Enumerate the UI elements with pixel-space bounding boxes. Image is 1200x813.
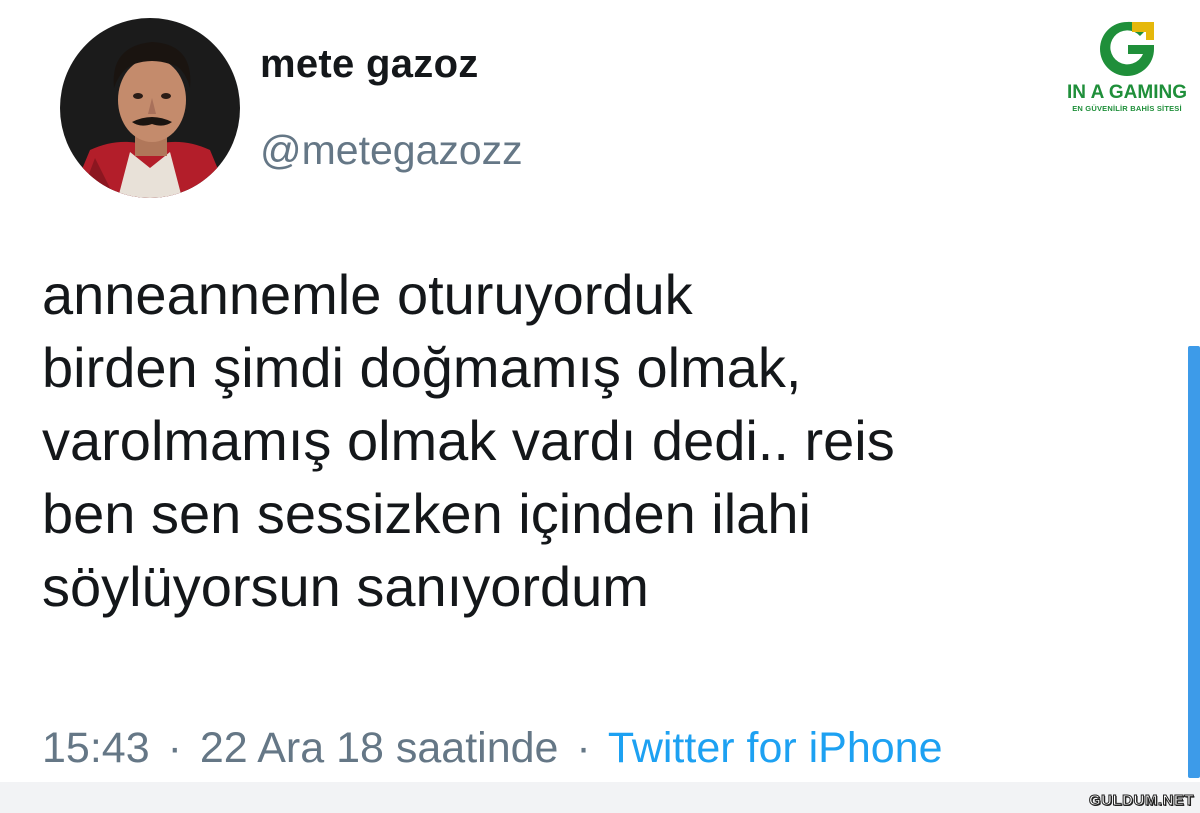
tweet-body: anneannemle oturuyorduk birden şimdi doğ… <box>42 258 1182 623</box>
brand-tagline: EN GÜVENİLİR BAHİS SİTESİ <box>1072 104 1182 113</box>
meta-separator: · <box>576 724 591 772</box>
brand-name: IN A GAMING <box>1067 82 1187 103</box>
tweet-text-line: anneannemle oturuyorduk <box>42 263 693 326</box>
tweet-text-line: ben sen sessizken içinden ilahi <box>42 482 811 545</box>
profile-photo-icon <box>60 18 240 198</box>
author-avatar[interactable] <box>60 18 240 198</box>
brand-watermark: IN A GAMING EN GÜVENİLİR BAHİS SİTESİ <box>1062 18 1192 113</box>
brand-logo-icon <box>1100 21 1154 76</box>
scrollbar[interactable] <box>1188 346 1200 778</box>
tweet-text-line: varolmamış olmak vardı dedi.. reis <box>42 409 895 472</box>
tweet-card: mete gazoz @metegazozz IN A GAMING EN GÜ… <box>0 0 1200 813</box>
bottom-bar: GULDUM.NET <box>0 782 1200 813</box>
tweet-time[interactable]: 15:43 <box>42 724 150 772</box>
meta-separator: · <box>167 724 182 772</box>
tweet-meta: 15:43 · 22 Ara 18 saatinde · Twitter for… <box>42 724 943 773</box>
tweet-text-line: birden şimdi doğmamış olmak, <box>42 336 802 399</box>
tweet-source-link[interactable]: Twitter for iPhone <box>608 724 943 772</box>
tweet-date[interactable]: 22 Ara 18 saatinde <box>200 724 559 772</box>
author-display-name[interactable]: mete gazoz <box>260 42 479 87</box>
tweet-text-line: söylüyorsun sanıyordum <box>42 555 649 618</box>
author-handle[interactable]: @metegazozz <box>260 127 523 174</box>
site-watermark: GULDUM.NET <box>1089 792 1195 810</box>
